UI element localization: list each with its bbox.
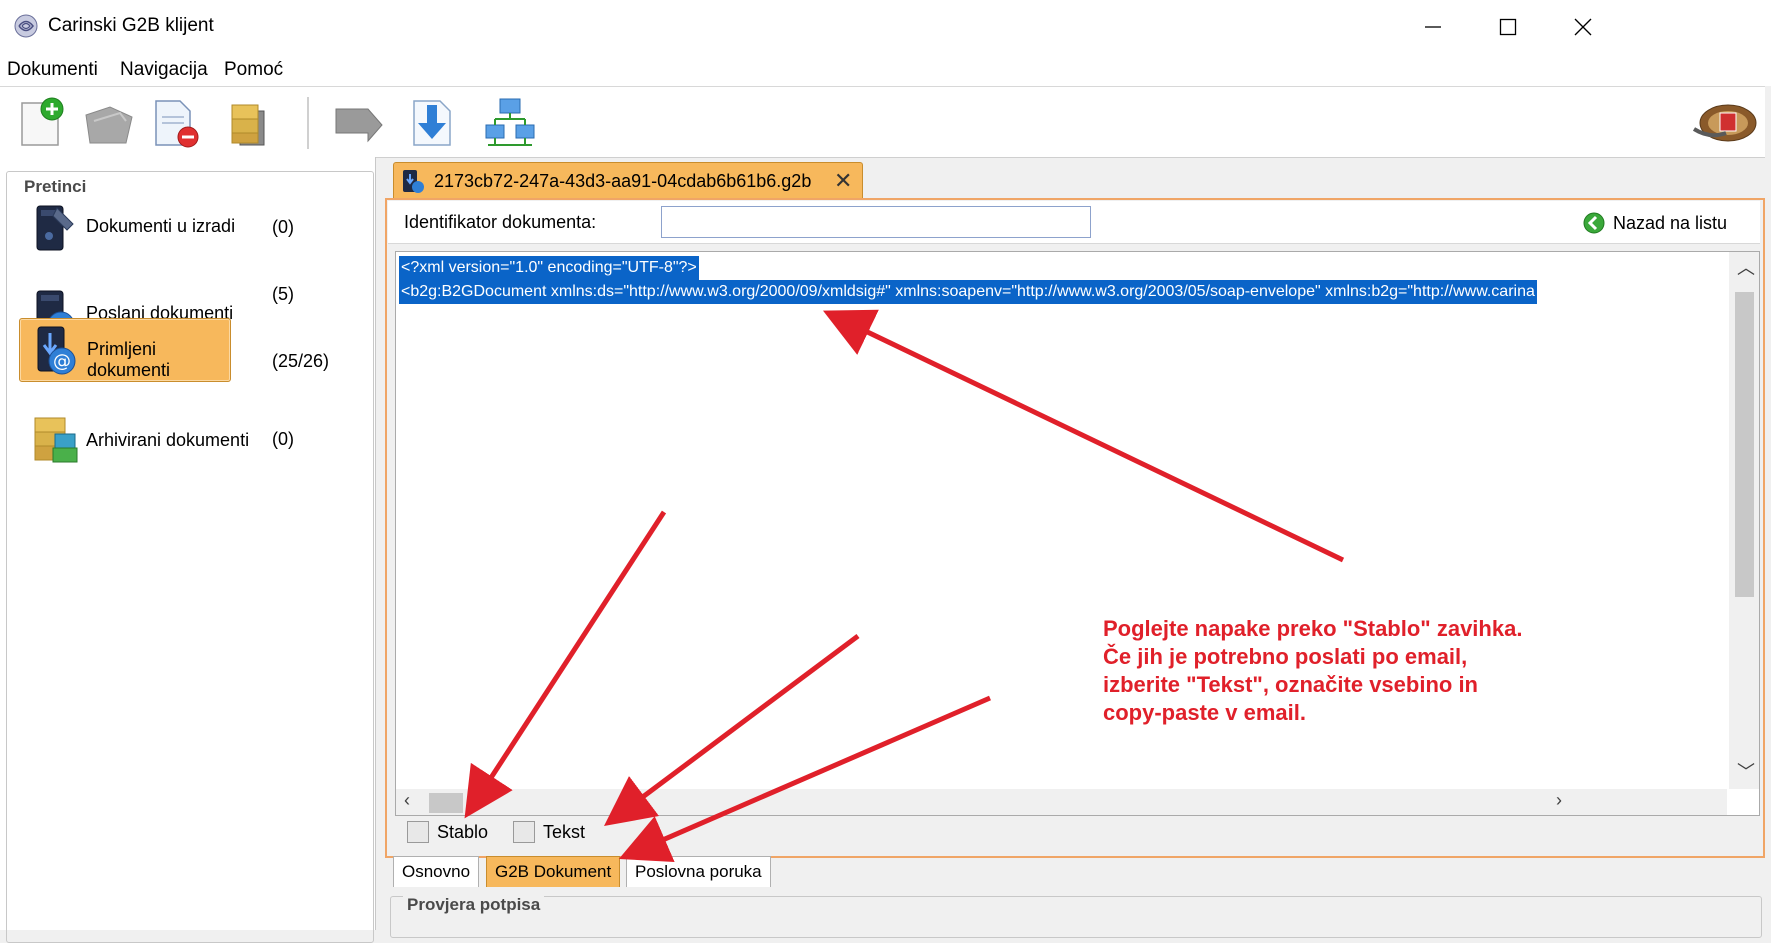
tab-stablo[interactable]: Stablo <box>407 821 488 843</box>
toolbar-separator <box>307 97 309 149</box>
vertical-scrollbar[interactable]: ︿ ﹀ <box>1729 252 1759 789</box>
folders-panel: Pretinci Dokumenti u izradi (0) @ Poslan… <box>0 157 376 943</box>
delete-document-icon <box>155 100 199 148</box>
menu-pomoc[interactable]: Pomoć <box>224 59 283 81</box>
close-icon <box>1574 18 1592 35</box>
folder-archived[interactable]: Arhivirani dokumenti <box>19 406 257 476</box>
vertical-scroll-thumb[interactable] <box>1735 292 1754 597</box>
window-edge <box>1765 86 1771 930</box>
back-to-list-label: Nazad na listu <box>1613 212 1728 233</box>
minimize-icon <box>1425 25 1441 28</box>
folder-label: Dokumenti u izradi <box>86 216 236 236</box>
folder-count: (25/26) <box>272 351 330 371</box>
scroll-right-icon[interactable]: › <box>1556 790 1562 811</box>
maximize-button[interactable] <box>1470 0 1546 53</box>
signature-check-group: Provjera potpisa <box>390 895 1762 938</box>
menu-bar: Dokumenti Navigacija Pomoć <box>0 53 1771 86</box>
folders-group: Pretinci Dokumenti u izradi (0) @ Poslan… <box>6 171 374 943</box>
document-panel: Identifikator dokumenta: Nazad na listu … <box>385 198 1765 858</box>
annotation-line: Poglejte napake preko "Stablo" zavihka. <box>1103 616 1523 641</box>
back-to-list-button[interactable]: Nazad na listu <box>1583 209 1727 237</box>
forward-button[interactable] <box>330 95 386 151</box>
received-folder-icon: @ <box>37 326 76 375</box>
customs-logo-icon <box>1692 104 1757 142</box>
text-icon <box>513 821 535 843</box>
close-window-button[interactable] <box>1545 0 1621 53</box>
folder-count: (0) <box>272 217 294 237</box>
document-tab-label: 2173cb72-247a-43d3-aa91-04cdab6b61b6.g2b <box>434 171 812 191</box>
forward-icon <box>335 108 383 143</box>
tab-tekst[interactable]: Tekst <box>513 821 585 843</box>
archived-folder-icon <box>34 417 78 463</box>
tab-close-icon[interactable]: ✕ <box>834 168 852 194</box>
horizontal-scroll-thumb[interactable] <box>429 793 463 813</box>
svg-text:@: @ <box>53 351 71 372</box>
folder-label: Arhivirani dokumenti <box>86 430 250 450</box>
toolbar <box>0 86 1771 158</box>
customs-logo <box>1690 93 1760 151</box>
minimize-button[interactable] <box>1395 0 1471 53</box>
xml-line: <?xml version="1.0" encoding="UTF-8"?> <box>399 256 699 280</box>
network-icon <box>485 98 535 146</box>
signature-check-title: Provjera potpisa <box>403 895 545 915</box>
scroll-down-icon[interactable]: ﹀ <box>1737 758 1755 784</box>
delete-document-button[interactable] <box>148 95 204 151</box>
maximize-icon <box>1499 18 1517 35</box>
new-document-icon <box>21 97 64 146</box>
app-icon <box>14 14 38 38</box>
identifier-input[interactable] <box>661 206 1091 238</box>
folder-count: (5) <box>272 284 294 304</box>
title-bar: Carinski G2B klijent <box>0 0 1771 53</box>
tab-poslovna-poruka[interactable]: Poslovna poruka <box>626 856 771 887</box>
identifier-label: Identifikator dokumenta: <box>404 212 597 232</box>
download-icon <box>413 100 451 146</box>
tree-icon <box>407 821 429 843</box>
archive-button[interactable] <box>222 95 278 151</box>
folder-received[interactable]: @ Primljeni dokumenti <box>19 318 231 382</box>
xml-line: <b2g:B2GDocument xmlns:ds="http://www.w3… <box>399 280 1537 304</box>
archive-icon <box>231 104 265 146</box>
xml-text-area[interactable]: <?xml version="1.0" encoding="UTF-8"?> <… <box>395 251 1760 816</box>
window-title: Carinski G2B klijent <box>48 15 214 36</box>
drafts-folder-icon <box>36 205 74 251</box>
tab-tekst-label: Tekst <box>543 821 586 842</box>
download-button[interactable] <box>404 95 460 151</box>
new-document-button[interactable] <box>14 95 70 151</box>
network-button[interactable] <box>482 95 538 151</box>
folder-drafts[interactable]: Dokumenti u izradi <box>19 192 257 262</box>
send-icon <box>85 106 133 144</box>
tab-osnovno[interactable]: Osnovno <box>393 856 480 887</box>
scroll-up-icon[interactable]: ︿ <box>1737 254 1755 280</box>
tab-document[interactable]: 2173cb72-247a-43d3-aa91-04cdab6b61b6.g2b… <box>393 162 863 199</box>
identifier-row: Identifikator dokumenta: Nazad na listu <box>388 201 1760 244</box>
xml-content[interactable]: <?xml version="1.0" encoding="UTF-8"?> <… <box>399 256 1726 304</box>
annotation-note: Poglejte napake preko "Stablo" zavihka. … <box>1103 615 1663 727</box>
send-button[interactable] <box>80 95 136 151</box>
scroll-left-icon[interactable]: ‹ <box>404 790 410 811</box>
folder-label: Primljeni dokumenti <box>87 339 171 380</box>
folder-count: (0) <box>272 429 294 449</box>
menu-navigacija[interactable]: Navigacija <box>120 59 208 81</box>
tab-g2b-dokument[interactable]: G2B Dokument <box>486 856 621 887</box>
tab-stablo-label: Stablo <box>437 821 489 842</box>
menu-dokumenti[interactable]: Dokumenti <box>7 59 98 81</box>
annotation-line: Če jih je potrebno poslati po email, <box>1103 644 1468 669</box>
back-arrow-icon <box>1583 212 1605 234</box>
horizontal-scrollbar[interactable]: ‹ › <box>396 789 1727 815</box>
annotation-line: copy-paste v email. <box>1103 700 1306 725</box>
document-file-icon <box>403 170 424 193</box>
annotation-line: izberite "Tekst", označite vsebino in <box>1103 672 1478 697</box>
